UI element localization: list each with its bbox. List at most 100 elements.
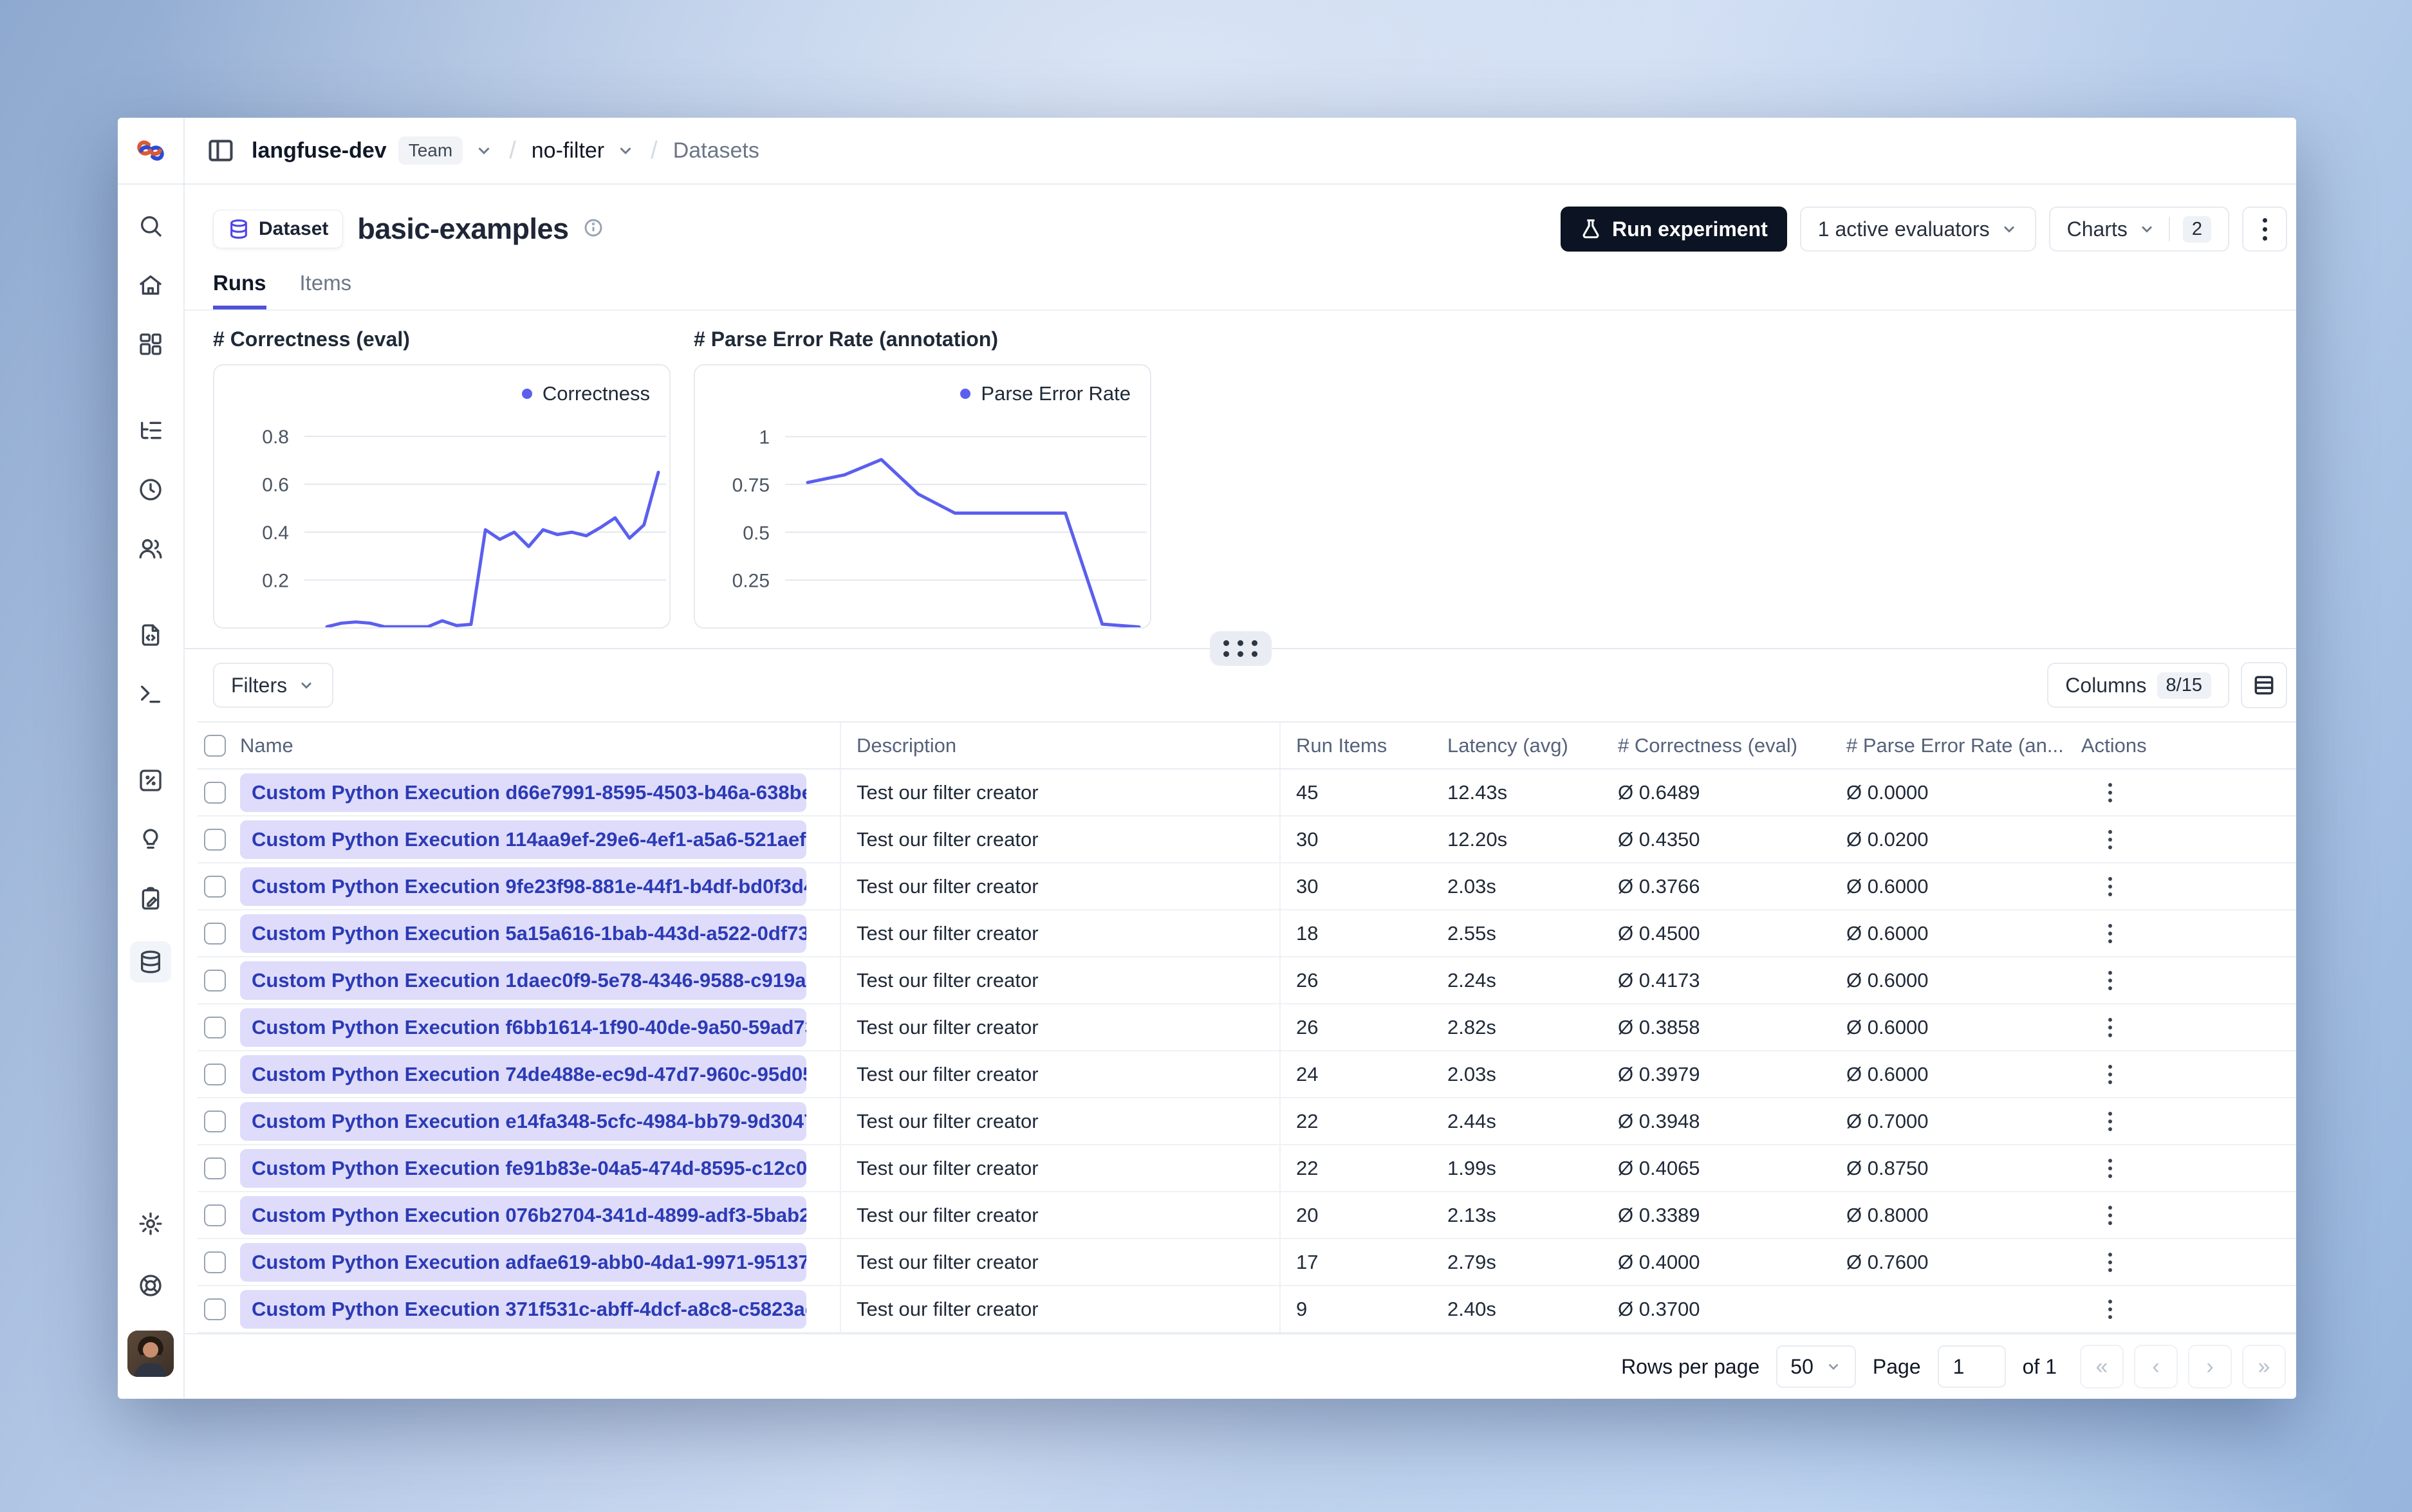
table-row[interactable]: Custom Python Execution 5a15a616-1bab-44… [198,910,2296,957]
run-name-link[interactable]: Custom Python Execution d66e7991-8595-45… [240,773,806,812]
run-name-link[interactable]: Custom Python Execution adfae619-abb0-4d… [240,1242,806,1282]
run-name-link[interactable]: Custom Python Execution 076b2704-341d-48… [240,1195,806,1235]
row-checkbox[interactable] [204,1251,226,1273]
rows-per-page-select[interactable]: 50 [1776,1345,1856,1388]
langfuse-logo[interactable] [118,118,183,185]
support-button[interactable] [134,1269,167,1302]
table-row[interactable]: Custom Python Execution e14fa348-5cfc-49… [198,1098,2296,1145]
row-actions-button[interactable] [2099,1056,2121,1093]
column-header-name[interactable]: Name [240,734,293,757]
sidebar-item-annotation[interactable] [134,882,167,916]
chart-card[interactable]: 0.25 0.5 0.75 1 Parse Error Rate [694,364,1151,629]
table-row[interactable]: Custom Python Execution d66e7991-8595-45… [198,770,2296,816]
sidebar-item-home[interactable] [134,268,167,302]
chart-legend: Correctness [521,382,650,405]
row-checkbox[interactable] [204,1063,226,1085]
column-header-parse-error[interactable]: # Parse Error Rate (an... [1831,723,2066,768]
column-header-run-items[interactable]: Run Items [1281,723,1432,768]
filters-dropdown[interactable]: Filters [213,663,334,708]
sidebar-item-search[interactable] [134,209,167,243]
panel-left-toggle-icon[interactable] [207,136,235,165]
table-row[interactable]: Custom Python Execution adfae619-abb0-4d… [198,1239,2296,1286]
row-actions-button[interactable] [2099,868,2121,905]
row-actions-button[interactable] [2099,1103,2121,1140]
table-row[interactable]: Custom Python Execution 74de488e-ec9d-47… [198,1051,2296,1098]
sidebar-item-dashboards[interactable] [134,327,167,361]
charts-dropdown[interactable]: Charts 2 [2048,207,2229,252]
row-actions-button[interactable] [2099,1244,2121,1281]
row-actions-button[interactable] [2099,821,2121,858]
tab-items[interactable]: Items [300,271,352,309]
row-actions-button[interactable] [2099,915,2121,952]
last-page-button[interactable]: » [2242,1345,2286,1388]
table-row[interactable]: Custom Python Execution f6bb1614-1f90-40… [198,1004,2296,1051]
column-header-actions[interactable]: Actions [2066,723,2296,768]
row-actions-button[interactable] [2099,1197,2121,1234]
run-name-link[interactable]: Custom Python Execution e14fa348-5cfc-49… [240,1102,806,1141]
sidebar-item-users[interactable] [134,532,167,566]
columns-dropdown[interactable]: Columns 8/15 [2047,663,2229,708]
user-avatar[interactable] [127,1331,174,1377]
sidebar-item-sessions[interactable] [134,473,167,506]
dataset-info-icon[interactable] [583,217,604,241]
table-row[interactable]: Custom Python Execution 076b2704-341d-48… [198,1192,2296,1239]
table-row[interactable]: Custom Python Execution 9fe23f98-881e-44… [198,863,2296,910]
run-name-link[interactable]: Custom Python Execution 74de488e-ec9d-47… [240,1055,806,1094]
select-all-checkbox[interactable] [204,734,226,757]
sidebar-item-datasets[interactable] [130,941,171,982]
sidebar-bottom [127,1207,174,1399]
column-header-description[interactable]: Description [841,723,1281,768]
run-name-link[interactable]: Custom Python Execution f6bb1614-1f90-40… [240,1008,806,1047]
run-items-count: 18 [1296,921,1319,945]
run-name-link[interactable]: Custom Python Execution 5a15a616-1bab-44… [240,914,806,953]
resize-drag-handle[interactable] [1209,631,1272,666]
tab-runs[interactable]: Runs [213,271,266,309]
breadcrumb-project[interactable]: no-filter [532,138,604,163]
sidebar-item-prompts[interactable] [134,618,167,652]
chevron-down-icon[interactable] [616,141,635,160]
row-checkbox[interactable] [204,1016,226,1038]
table-row[interactable]: Custom Python Execution 114aa9ef-29e6-4e… [198,816,2296,863]
row-checkbox[interactable] [204,969,226,991]
sidebar-item-scores[interactable] [134,764,167,797]
row-actions-button[interactable] [2099,774,2121,811]
row-checkbox[interactable] [204,922,226,945]
run-name-link[interactable]: Custom Python Execution fe91b83e-04a5-47… [240,1148,806,1188]
breadcrumb-section[interactable]: Datasets [673,138,759,163]
row-checkbox[interactable] [204,875,226,898]
first-page-button[interactable]: « [2080,1345,2124,1388]
table-row[interactable]: Custom Python Execution fe91b83e-04a5-47… [198,1145,2296,1192]
prev-page-button[interactable]: ‹ [2134,1345,2178,1388]
row-actions-button[interactable] [2099,1009,2121,1046]
row-actions-button[interactable] [2099,1291,2121,1328]
row-checkbox[interactable] [204,1298,226,1320]
run-name-link[interactable]: Custom Python Execution 9fe23f98-881e-44… [240,867,806,906]
row-checkbox[interactable] [204,1110,226,1132]
sidebar-item-tracing[interactable] [134,414,167,447]
row-checkbox[interactable] [204,1204,226,1226]
run-experiment-button[interactable]: Run experiment [1560,207,1787,252]
run-name-link[interactable]: Custom Python Execution 1daec0f9-5e78-43… [240,961,806,1000]
table-row[interactable]: Custom Python Execution 371f531c-abff-4d… [198,1286,2296,1333]
table-row[interactable]: Custom Python Execution 1daec0f9-5e78-43… [198,957,2296,1004]
row-checkbox[interactable] [204,828,226,851]
row-checkbox[interactable] [204,781,226,804]
active-evaluators-dropdown[interactable]: 1 active evaluators [1799,207,2036,252]
row-height-button[interactable] [2241,662,2287,708]
settings-button[interactable] [134,1207,167,1240]
more-actions-button[interactable] [2242,207,2287,252]
breadcrumb-org[interactable]: langfuse-dev [252,138,387,163]
row-checkbox[interactable] [204,1157,226,1179]
row-actions-button[interactable] [2099,962,2121,999]
row-actions-button[interactable] [2099,1150,2121,1187]
sidebar-item-playground[interactable] [134,678,167,711]
next-page-button[interactable]: › [2188,1345,2232,1388]
sidebar-item-evaluators[interactable] [134,823,167,856]
run-name-link[interactable]: Custom Python Execution 114aa9ef-29e6-4e… [240,820,806,859]
page-number-input[interactable] [1937,1345,2006,1388]
column-header-latency[interactable]: Latency (avg) [1432,723,1602,768]
chevron-down-icon[interactable] [474,141,494,160]
run-name-link[interactable]: Custom Python Execution 371f531c-abff-4d… [240,1289,806,1329]
column-header-correctness[interactable]: # Correctness (eval) [1602,723,1831,768]
chart-card[interactable]: 0.2 0.4 0.6 0.8 Correctness [213,364,671,629]
